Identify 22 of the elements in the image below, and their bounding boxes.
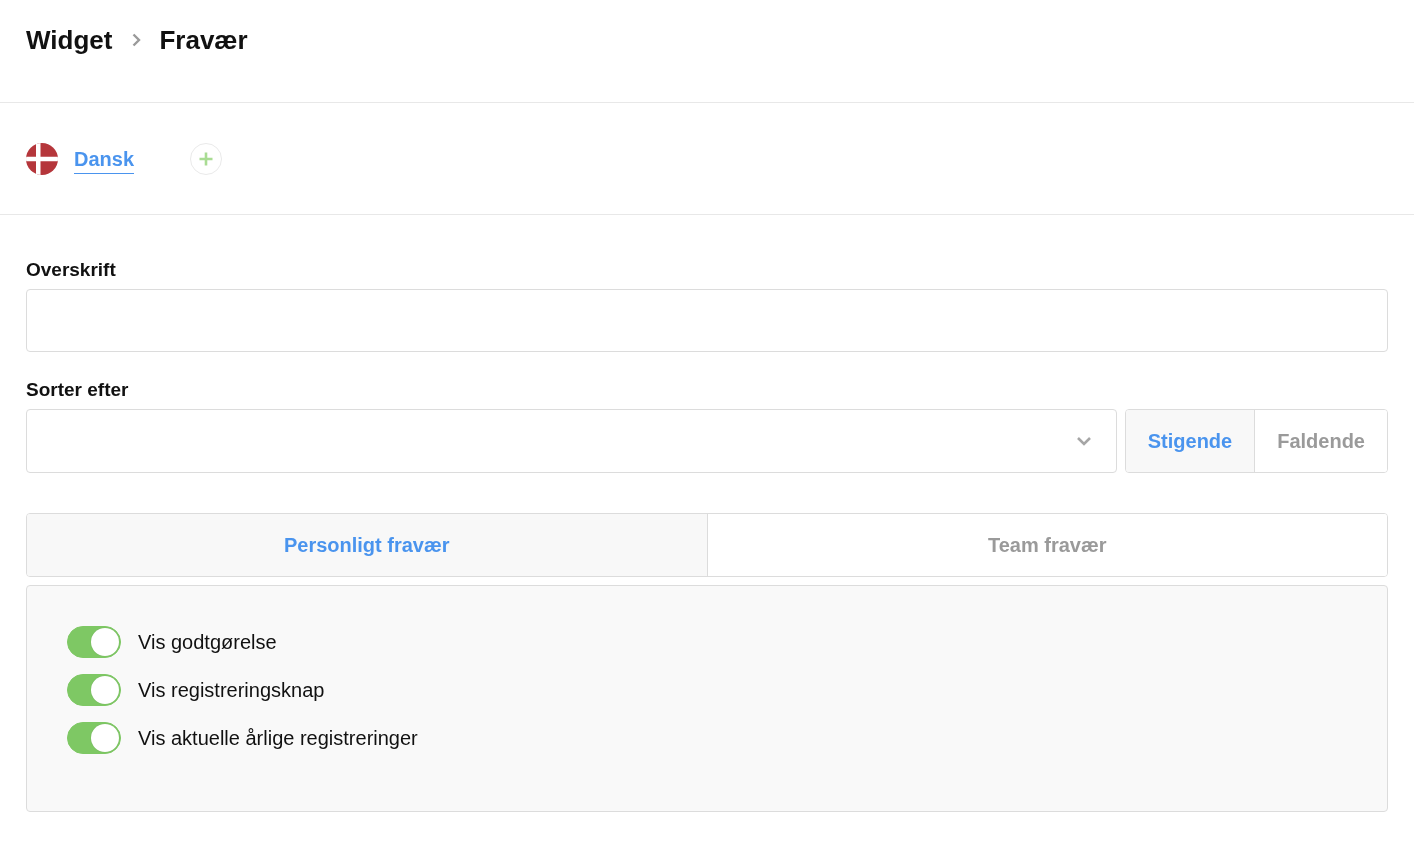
toggle-switch[interactable] [67, 674, 121, 706]
plus-icon [198, 150, 215, 167]
field-label: Overskrift [26, 258, 117, 282]
toggle-switch[interactable] [67, 626, 121, 658]
toggle-label: Vis godtgørelse [138, 630, 277, 654]
sort-order-button[interactable]: Faldende [1254, 410, 1387, 472]
sort-select[interactable] [26, 409, 1117, 473]
toggle-label: Vis registreringsknap [138, 678, 325, 702]
breadcrumb-item: Fravær [159, 24, 248, 57]
heading-input[interactable] [26, 289, 1388, 352]
chevron-right-icon [132, 33, 142, 47]
language-link[interactable]: Dansk [74, 146, 135, 174]
field-label: Sorter efter [26, 378, 130, 402]
breadcrumb-item[interactable]: Widget [26, 22, 113, 58]
tab[interactable]: Personligt fravær [27, 514, 707, 576]
toggle-switch[interactable] [67, 722, 121, 754]
add-language-button[interactable] [190, 142, 223, 175]
sort-order-button[interactable]: Stigende [1125, 410, 1255, 472]
tab[interactable]: Team fravær [706, 514, 1387, 576]
toggle-label: Vis aktuelle årlige registreringer [138, 726, 418, 750]
chevron-down-icon [1075, 436, 1092, 446]
flag-icon [26, 142, 58, 175]
